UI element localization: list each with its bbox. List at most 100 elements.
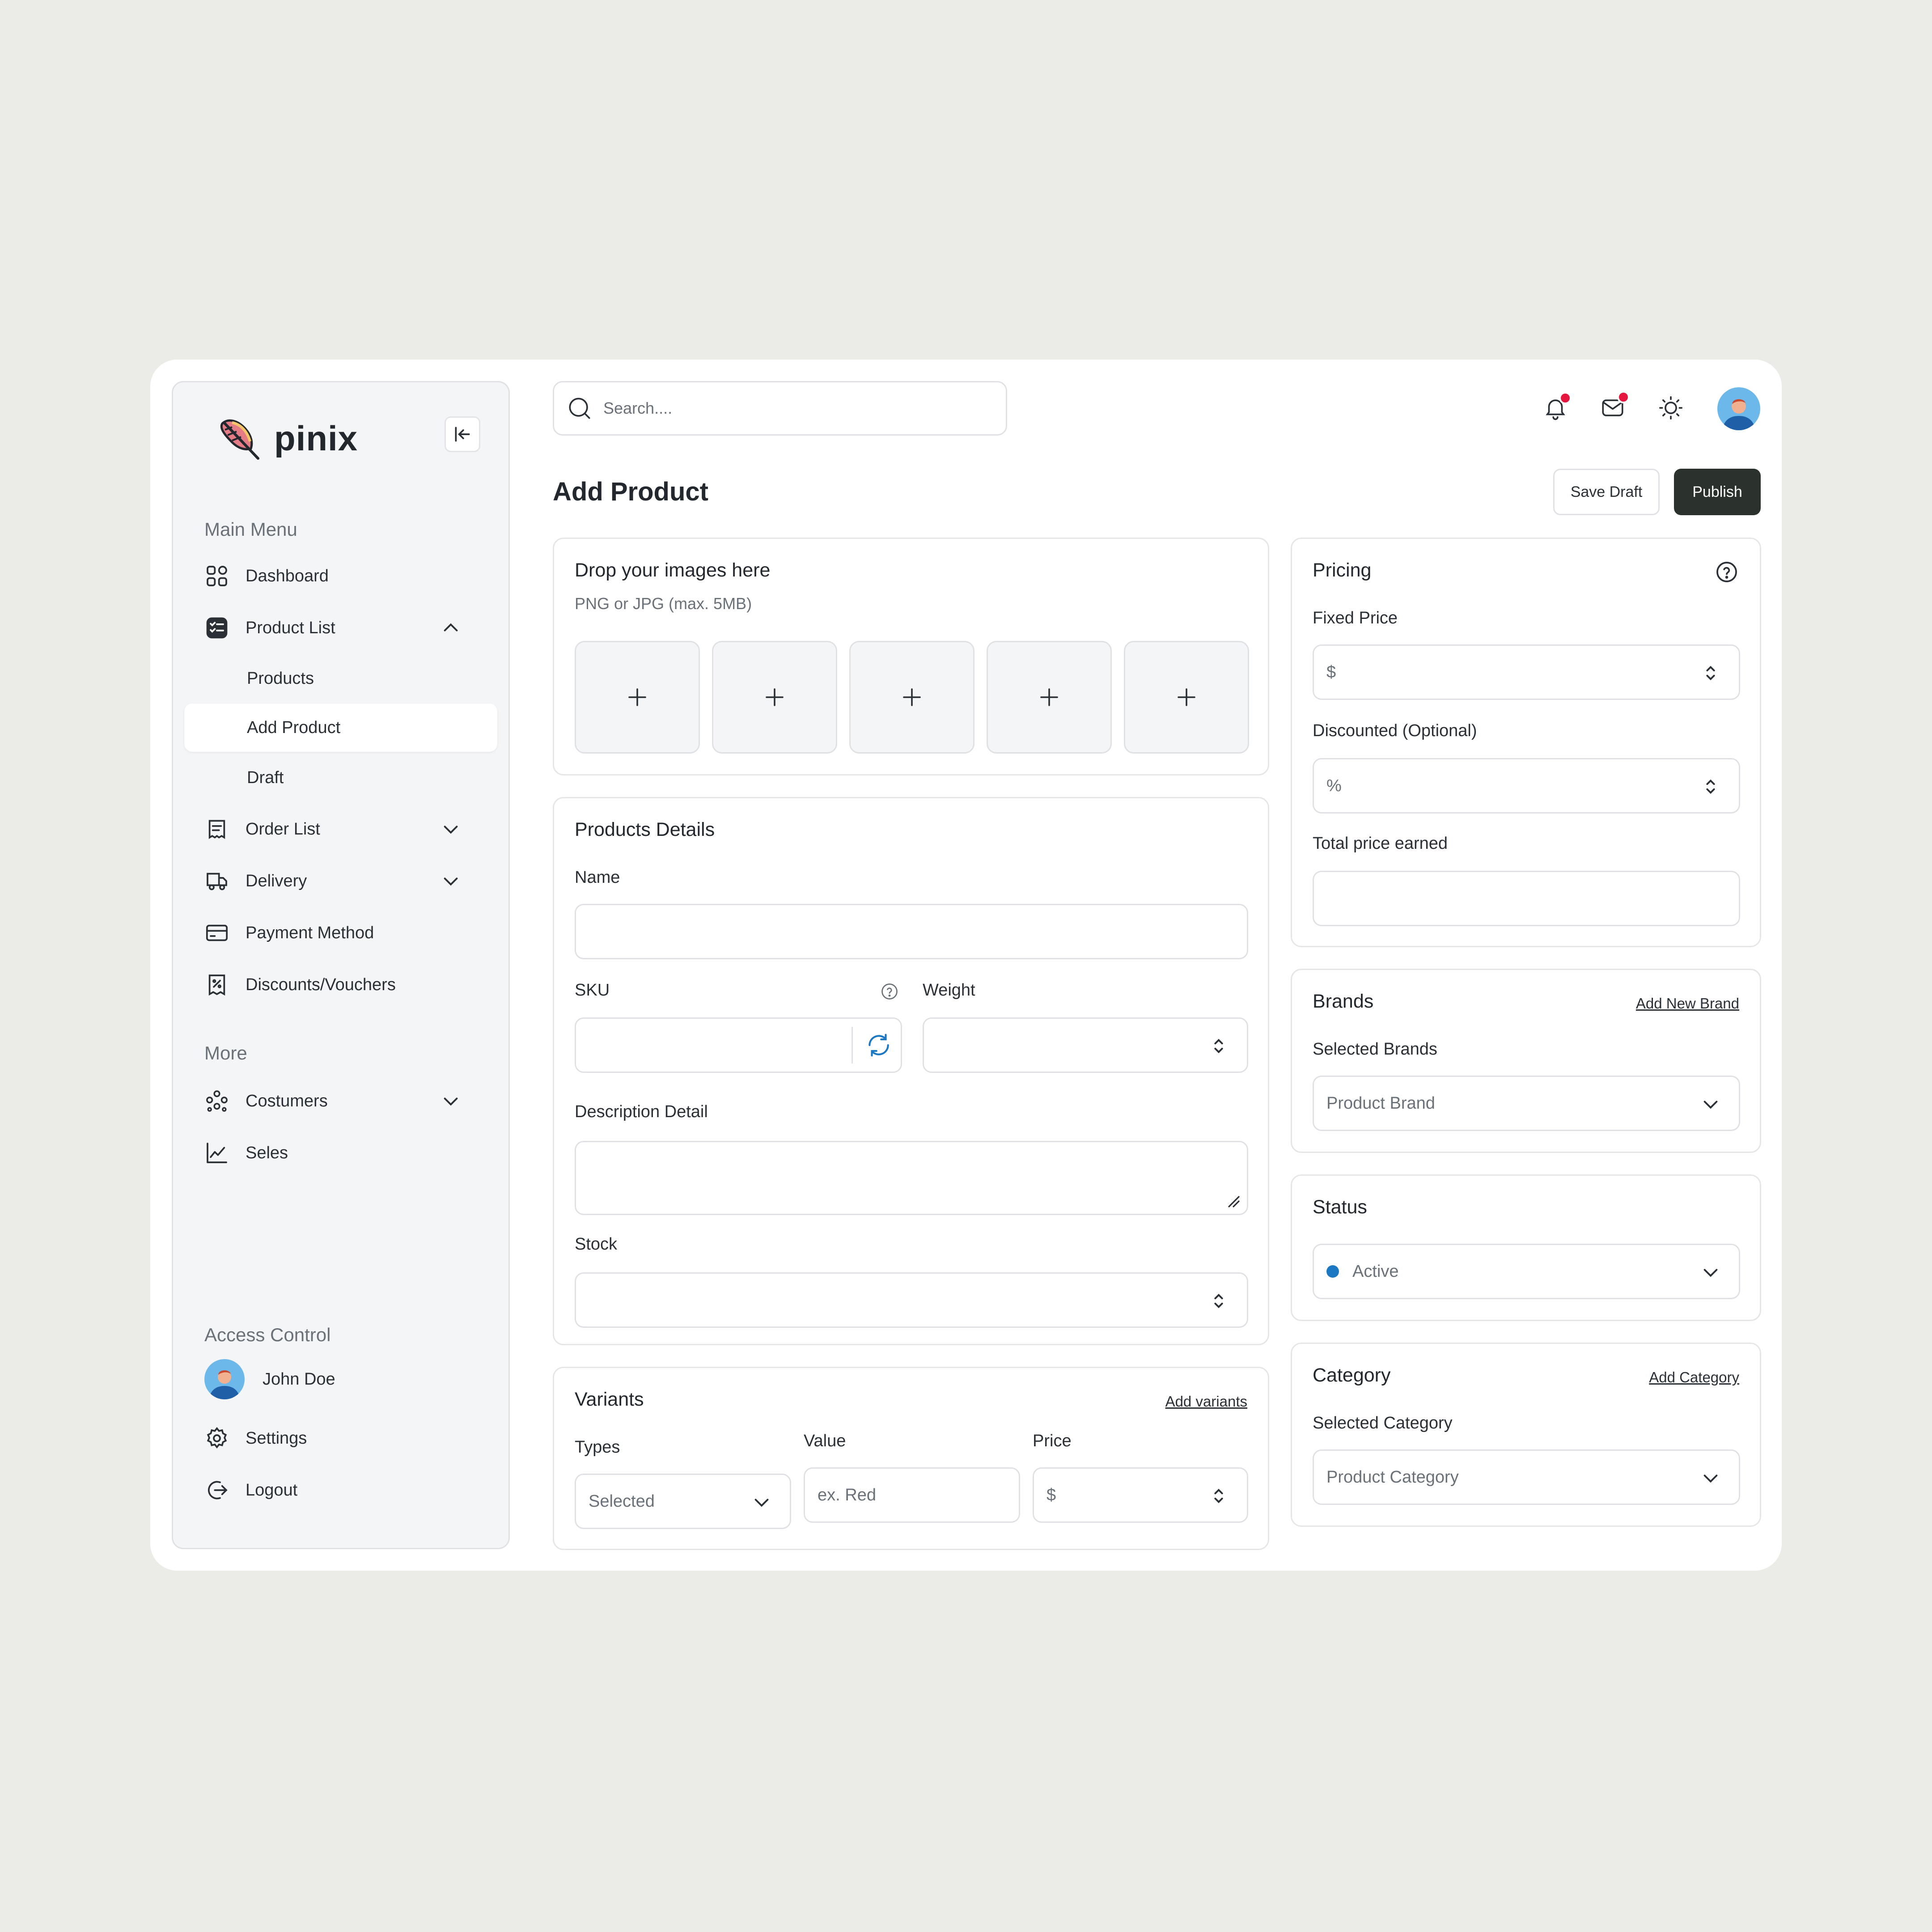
sku-divider xyxy=(852,1027,853,1063)
search-input[interactable]: Search.... xyxy=(553,381,1007,436)
image-slot[interactable] xyxy=(575,641,700,754)
category-title: Category xyxy=(1313,1364,1391,1386)
sidebar-item-discounts[interactable]: Discounts/Vouchers xyxy=(204,965,482,1005)
description-textarea[interactable] xyxy=(575,1141,1248,1215)
help-icon[interactable] xyxy=(880,982,899,1001)
chevron-down-icon xyxy=(444,1097,458,1106)
chevron-down-icon xyxy=(1703,1474,1718,1483)
brands-panel: Brands Add New Brand Selected Brands Pro… xyxy=(1291,969,1761,1153)
stepper-icon[interactable] xyxy=(1208,1291,1229,1311)
category-select[interactable]: Product Category xyxy=(1313,1449,1740,1505)
page-title: Add Product xyxy=(553,477,708,506)
stepper-icon[interactable] xyxy=(1700,776,1721,797)
total-price-input[interactable] xyxy=(1313,871,1740,926)
access-control-label: Access Control xyxy=(204,1324,331,1345)
user-name: John Doe xyxy=(263,1369,335,1389)
brand-select[interactable]: Product Brand xyxy=(1313,1076,1740,1131)
plus-icon xyxy=(903,688,921,706)
message-dot xyxy=(1617,391,1630,403)
sidebar-item-product-list[interactable]: Product List xyxy=(204,608,482,648)
sidebar-item-settings[interactable]: Settings xyxy=(204,1418,482,1458)
sidebar-item-logout[interactable]: Logout xyxy=(204,1470,482,1510)
stepper-icon[interactable] xyxy=(1208,1036,1229,1056)
chevron-up-icon xyxy=(444,623,458,631)
sidebar-item-label: Product List xyxy=(246,618,335,637)
types-value: Selected xyxy=(589,1491,655,1511)
plus-icon xyxy=(1040,688,1058,706)
variants-title: Variants xyxy=(575,1389,644,1410)
help-icon[interactable] xyxy=(1714,559,1739,585)
stepper-icon[interactable] xyxy=(1208,1486,1229,1506)
gear-icon xyxy=(204,1426,229,1451)
image-slot[interactable] xyxy=(1124,641,1249,754)
types-label: Types xyxy=(575,1438,620,1457)
product-details-title: Products Details xyxy=(575,819,715,840)
sidebar-item-label: Discounts/Vouchers xyxy=(246,975,396,994)
name-input[interactable] xyxy=(575,904,1248,959)
stepper-icon[interactable] xyxy=(1700,663,1721,683)
discount-input[interactable]: % xyxy=(1313,758,1740,813)
status-select[interactable]: Active xyxy=(1313,1244,1740,1299)
add-variants-link[interactable]: Add variants xyxy=(1165,1393,1247,1410)
image-upload-panel: Drop your images here PNG or JPG (max. 5… xyxy=(553,538,1269,775)
sidebar-item-order-list[interactable]: Order List xyxy=(204,809,482,849)
add-category-link[interactable]: Add Category xyxy=(1649,1369,1739,1386)
publish-button[interactable]: Publish xyxy=(1674,469,1761,515)
refresh-icon[interactable] xyxy=(865,1031,893,1059)
stock-input[interactable] xyxy=(575,1272,1248,1328)
truck-icon xyxy=(204,869,229,894)
sidebar-subitem-add-product[interactable]: Add Product xyxy=(184,703,497,752)
types-select[interactable]: Selected xyxy=(575,1474,791,1529)
variant-value-input[interactable]: ex. Red xyxy=(804,1467,1020,1523)
fixed-price-input[interactable]: $ xyxy=(1313,644,1740,700)
chevron-down-icon xyxy=(754,1499,769,1507)
selected-brands-label: Selected Brands xyxy=(1313,1040,1437,1059)
weight-input[interactable] xyxy=(923,1017,1248,1073)
plus-icon xyxy=(1178,688,1195,706)
theme-toggle-button[interactable] xyxy=(1654,391,1688,425)
chevron-down-icon xyxy=(444,826,458,834)
resize-handle-icon[interactable] xyxy=(1224,1191,1241,1209)
plus-icon xyxy=(628,688,646,706)
pricing-panel: Pricing Fixed Price $ Discounted (Option… xyxy=(1291,538,1761,947)
sidebar-item-payment-method[interactable]: Payment Method xyxy=(204,913,482,953)
sidebar-item-dashboard[interactable]: Dashboard xyxy=(204,556,482,596)
sidebar-user[interactable]: John Doe xyxy=(204,1359,482,1399)
messages-button[interactable] xyxy=(1596,391,1630,425)
brand-value: Product Brand xyxy=(1326,1093,1435,1113)
variant-price-placeholder: $ xyxy=(1046,1485,1056,1504)
sidebar-item-delivery[interactable]: Delivery xyxy=(204,861,482,901)
sidebar-subitem-draft[interactable]: Draft xyxy=(184,754,497,802)
status-panel: Status Active xyxy=(1291,1174,1761,1321)
category-panel: Category Add Category Selected Category … xyxy=(1291,1343,1761,1527)
price-label: Price xyxy=(1033,1432,1072,1450)
image-slot[interactable] xyxy=(712,641,837,754)
notification-dot xyxy=(1559,392,1572,404)
chevron-down-icon xyxy=(1703,1269,1718,1277)
more-label: More xyxy=(204,1042,247,1063)
profile-avatar[interactable] xyxy=(1717,387,1760,430)
sidebar-subitem-products[interactable]: Products xyxy=(184,654,497,703)
discount-placeholder: % xyxy=(1326,776,1342,795)
sidebar-item-costumers[interactable]: Costumers xyxy=(204,1081,482,1121)
app-window: pinix Main Menu Dashboard Product List P… xyxy=(150,360,1782,1571)
image-slot[interactable] xyxy=(849,641,974,754)
image-slot[interactable] xyxy=(987,641,1112,754)
brand[interactable]: pinix xyxy=(214,414,358,463)
weight-label: Weight xyxy=(923,981,975,1000)
value-label: Value xyxy=(804,1432,846,1450)
variants-panel: Variants Add variants Types Selected Val… xyxy=(553,1367,1269,1550)
status-value: Active xyxy=(1352,1262,1399,1281)
sku-input[interactable] xyxy=(575,1017,902,1073)
add-new-brand-link[interactable]: Add New Brand xyxy=(1636,995,1739,1012)
search-icon xyxy=(569,398,590,419)
feather-logo-icon xyxy=(220,419,259,460)
variant-price-input[interactable]: $ xyxy=(1033,1467,1248,1523)
sidebar: pinix Main Menu Dashboard Product List P… xyxy=(172,381,510,1549)
save-draft-button[interactable]: Save Draft xyxy=(1553,469,1660,515)
collapse-sidebar-button[interactable] xyxy=(445,416,480,452)
sidebar-item-seles[interactable]: Seles xyxy=(204,1133,482,1173)
sun-icon xyxy=(1659,396,1682,419)
notifications-button[interactable] xyxy=(1538,391,1572,425)
plus-icon xyxy=(766,688,784,706)
